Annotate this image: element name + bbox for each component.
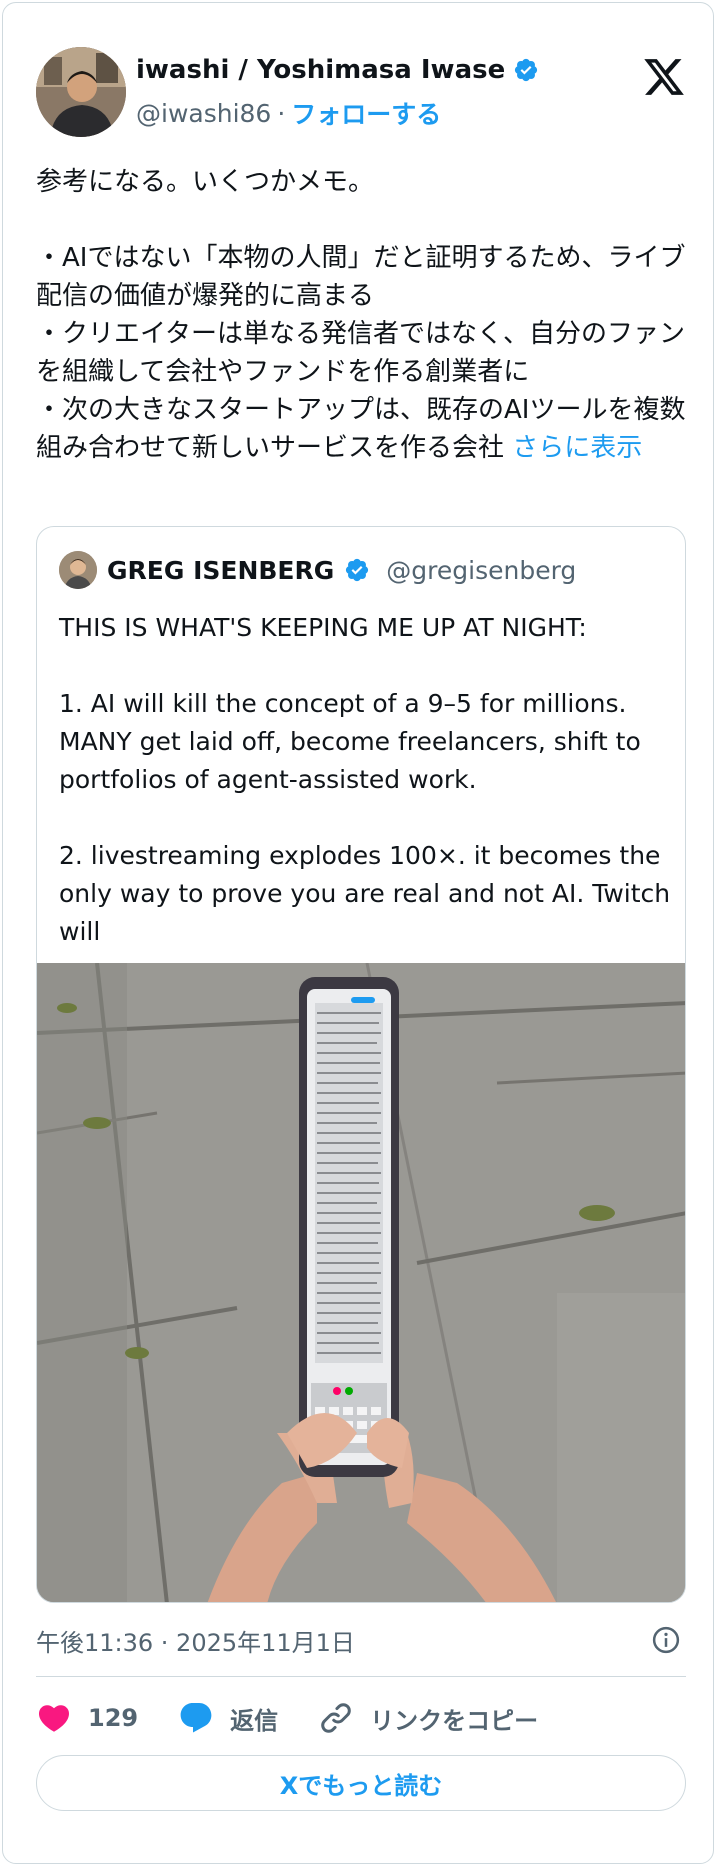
quoted-tweet-header: GREG ISENBERG @gregisenberg [59,551,576,589]
quoted-tweet-text: THIS IS WHAT'S KEEPING ME UP AT NIGHT: 1… [59,613,671,946]
quoted-author-avatar[interactable] [59,551,97,589]
footer-divider [36,1676,686,1677]
quoted-author-name[interactable]: GREG ISENBERG [107,556,334,585]
tweet-timestamp[interactable]: 午後11:36 · 2025年11月1日 [36,1623,355,1658]
separator-dot: · [277,98,286,128]
like-count: 129 [88,1704,139,1732]
copy-link-label: リンクをコピー [370,1706,539,1735]
reply-button[interactable]: 返信 [178,1700,278,1736]
verified-badge-icon [513,57,539,83]
quoted-author-handle[interactable]: @gregisenberg [386,556,576,585]
author-handle[interactable]: @iwashi86 [136,99,271,128]
tweet-header: iwashi / Yoshimasa Iwase @iwashi86 · フォロ… [36,47,686,139]
info-icon[interactable] [651,1625,681,1655]
copy-link-button[interactable]: リンクをコピー [318,1700,538,1736]
read-more-on-x-button[interactable]: Xでもっと読む [36,1755,686,1811]
quoted-tweet-image[interactable] [37,962,685,1602]
quoted-tweet[interactable]: GREG ISENBERG @gregisenberg THIS IS WHAT… [36,526,686,1603]
tweet-text: 参考になる。いくつかメモ。 ・AIではない「本物の人間」だと証明するため、ライブ… [36,167,686,463]
reply-bubble-icon [180,1703,212,1733]
x-logo-icon[interactable] [642,55,686,99]
action-bar: 129 返信 リンクをコピー [36,1695,578,1741]
follow-button[interactable]: フォローする [291,95,441,131]
author-name[interactable]: iwashi / Yoshimasa Iwase [136,55,505,85]
author-name-row[interactable]: iwashi / Yoshimasa Iwase [136,55,539,85]
verified-badge-icon [344,557,370,583]
tweet-text-block: 参考になる。いくつかメモ。 ・AIではない「本物の人間」だと証明するため、ライブ… [36,163,686,467]
author-block: iwashi / Yoshimasa Iwase @iwashi86 · フォロ… [136,55,539,131]
author-sub-row: @iwashi86 · フォローする [136,95,539,131]
reply-label: 返信 [230,1706,279,1735]
heart-icon [38,1705,70,1732]
link-icon [321,1703,351,1733]
like-button[interactable]: 129 [36,1700,138,1736]
show-more-link[interactable]: さらに表示 [512,433,642,463]
tweet-card: iwashi / Yoshimasa Iwase @iwashi86 · フォロ… [2,2,714,1864]
author-avatar[interactable] [36,47,126,137]
